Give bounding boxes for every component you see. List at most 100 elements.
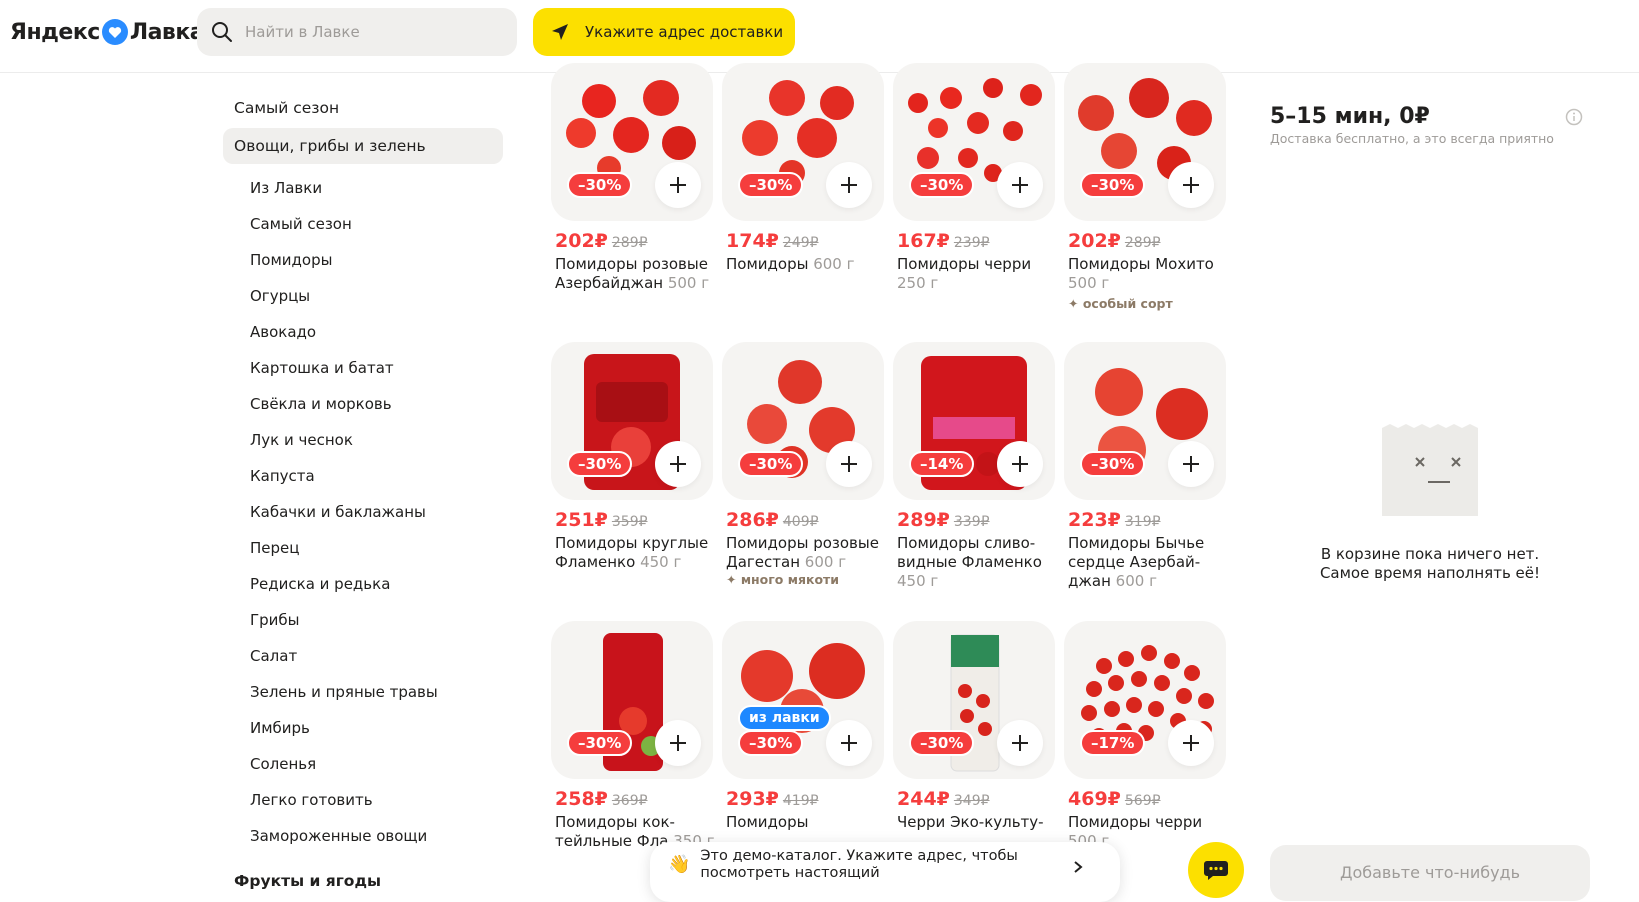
product-weight: 250 г: [897, 274, 939, 292]
sidebar-section-title[interactable]: Самый сезон: [223, 92, 503, 124]
sidebar-item[interactable]: Кабачки и баклажаны: [223, 494, 503, 530]
discount-badge: –30%: [909, 172, 975, 198]
discount-badge: –30%: [567, 451, 633, 477]
sidebar-item[interactable]: Соленья: [223, 746, 503, 782]
discount-badge: –30%: [738, 451, 804, 477]
sidebar-item[interactable]: Помидоры: [223, 242, 503, 278]
category-sidebar: Самый сезон Овощи, грибы и зелень Из Лав…: [223, 92, 503, 896]
product-card[interactable]: –17% 469₽ 569₽ Помидоры черри 500 г: [1064, 621, 1226, 871]
delivery-address-button[interactable]: Укажите адрес доставки: [533, 8, 795, 56]
sidebar-next-section[interactable]: Фрукты и ягоды: [223, 866, 503, 896]
add-to-cart-button[interactable]: [655, 441, 701, 487]
product-weight: 600 г: [813, 255, 855, 273]
sidebar-item[interactable]: Картошка и батат: [223, 350, 503, 386]
product-card[interactable]: –30% 244₽ 349₽ Черри Эко-культу-: [893, 621, 1055, 871]
add-to-cart-button[interactable]: [655, 720, 701, 766]
product-price: 223₽ 319₽: [1068, 509, 1161, 531]
price-old: 359₽: [611, 514, 648, 530]
price-old: 569₽: [1124, 793, 1161, 809]
add-to-cart-button[interactable]: [826, 441, 872, 487]
product-title: Помидоры: [726, 813, 809, 831]
product-name: Помидоры черри 250 г: [897, 255, 1057, 293]
sidebar-item[interactable]: Лук и чеснок: [223, 422, 503, 458]
product-name: Помидоры сливо-видные Фламенко 450 г: [897, 534, 1057, 591]
product-card[interactable]: –30% 251₽ 359₽ Помидоры круглые Фламенко …: [551, 342, 713, 592]
add-to-cart-button[interactable]: [1168, 162, 1214, 208]
delivery-eta: 5–15 мин, 0₽: [1270, 104, 1430, 129]
add-to-cart-button[interactable]: [997, 720, 1043, 766]
product-weight: 450 г: [897, 572, 939, 590]
price-current: 293₽: [726, 788, 779, 810]
product-card[interactable]: –30% 167₽ 239₽ Помидоры черри 250 г: [893, 63, 1055, 313]
sidebar-item[interactable]: Грибы: [223, 602, 503, 638]
product-title: Помидоры черри: [1068, 813, 1203, 831]
plus-icon: [670, 177, 686, 193]
logo-text-lavka: Лавка: [129, 19, 205, 45]
product-title: Помидоры: [726, 255, 809, 273]
sidebar-item[interactable]: Свёкла и морковь: [223, 386, 503, 422]
sidebar-active-category[interactable]: Овощи, грибы и зелень: [223, 128, 503, 164]
add-to-cart-button[interactable]: [1168, 720, 1214, 766]
plus-icon: [1183, 177, 1199, 193]
product-card[interactable]: –30% 258₽ 369₽ Помидоры кок-тейльные Фла …: [551, 621, 715, 871]
sidebar-item[interactable]: Салат: [223, 638, 503, 674]
product-name: Помидоры розовые Азербайджан 500 г: [555, 255, 715, 293]
empty-cart-message: В корзине пока ничего нет. Самое время н…: [1290, 545, 1570, 583]
add-to-cart-button[interactable]: [997, 441, 1043, 487]
price-current: 167₽: [897, 230, 950, 252]
support-chat-button[interactable]: [1188, 842, 1244, 898]
product-name: Помидоры Мохито 500 г: [1068, 255, 1228, 293]
sidebar-item[interactable]: Зелень и пряные травы: [223, 674, 503, 710]
price-old: 349₽: [953, 793, 990, 809]
add-to-cart-button[interactable]: [826, 720, 872, 766]
plus-icon: [841, 735, 857, 751]
product-card[interactable]: –30% 286₽ 409₽ Помидоры розовые Дагестан …: [722, 342, 884, 592]
sidebar-item[interactable]: Из Лавки: [223, 170, 503, 206]
sidebar-item[interactable]: Замороженные овощи: [223, 818, 503, 854]
sidebar-item[interactable]: Капуста: [223, 458, 503, 494]
search-bar[interactable]: [197, 8, 517, 56]
sidebar-item[interactable]: Имбирь: [223, 710, 503, 746]
demo-catalog-banner[interactable]: 👋 Это демо-каталог. Укажите адрес, чтобы…: [650, 842, 1120, 902]
product-name: Помидоры Бычье сердце Азербай-джан 600 г: [1068, 534, 1228, 591]
product-card[interactable]: из лавки –30% 293₽ 419₽ Помидоры: [722, 621, 884, 871]
sidebar-item[interactable]: Легко готовить: [223, 782, 503, 818]
price-old: 369₽: [611, 793, 648, 809]
sidebar-item[interactable]: Перец: [223, 530, 503, 566]
search-input[interactable]: [245, 23, 495, 41]
price-current: 202₽: [555, 230, 608, 252]
product-card[interactable]: –30% 174₽ 249₽ Помидоры 600 г: [722, 63, 884, 313]
add-to-cart-button[interactable]: [997, 162, 1043, 208]
product-card[interactable]: –30% 223₽ 319₽ Помидоры Бычье сердце Азер…: [1064, 342, 1226, 592]
add-to-cart-button[interactable]: [1168, 441, 1214, 487]
price-old: 319₽: [1124, 514, 1161, 530]
product-title: Помидоры черри: [897, 255, 1032, 273]
price-old: 289₽: [611, 235, 648, 251]
waving-hand-icon: 👋: [668, 854, 691, 875]
add-to-cart-button[interactable]: [826, 162, 872, 208]
plus-icon: [1183, 456, 1199, 472]
plus-icon: [1012, 456, 1028, 472]
plus-icon: [841, 177, 857, 193]
sidebar-item[interactable]: Редиска и редька: [223, 566, 503, 602]
product-card[interactable]: –30% 202₽ 289₽ Помидоры розовые Азербайдж…: [551, 63, 713, 313]
price-current: 223₽: [1068, 509, 1121, 531]
discount-badge: –30%: [1080, 451, 1146, 477]
add-to-cart-button[interactable]: [655, 162, 701, 208]
info-icon[interactable]: [1565, 108, 1583, 126]
product-card[interactable]: –30% 202₽ 289₽ Помидоры Мохито 500 г ✦ ос…: [1064, 63, 1226, 313]
sidebar-item[interactable]: Самый сезон: [223, 206, 503, 242]
product-name: Помидоры: [726, 813, 886, 832]
plus-icon: [1183, 735, 1199, 751]
logo[interactable]: Яндекс Лавка: [10, 18, 205, 46]
product-price: 167₽ 239₽: [897, 230, 990, 252]
product-price: 244₽ 349₽: [897, 788, 990, 810]
delivery-eta-subtitle: Доставка бесплатно, а это всегда приятно: [1270, 131, 1554, 146]
plus-icon: [670, 735, 686, 751]
checkout-button[interactable]: Добавьте что-нибудь: [1270, 845, 1590, 901]
location-arrow-icon: [552, 24, 568, 40]
sidebar-item[interactable]: Огурцы: [223, 278, 503, 314]
product-card[interactable]: –14% 289₽ 339₽ Помидоры сливо-видные Флам…: [893, 342, 1055, 592]
sidebar-item[interactable]: Авокадо: [223, 314, 503, 350]
discount-badge: –30%: [909, 730, 975, 756]
